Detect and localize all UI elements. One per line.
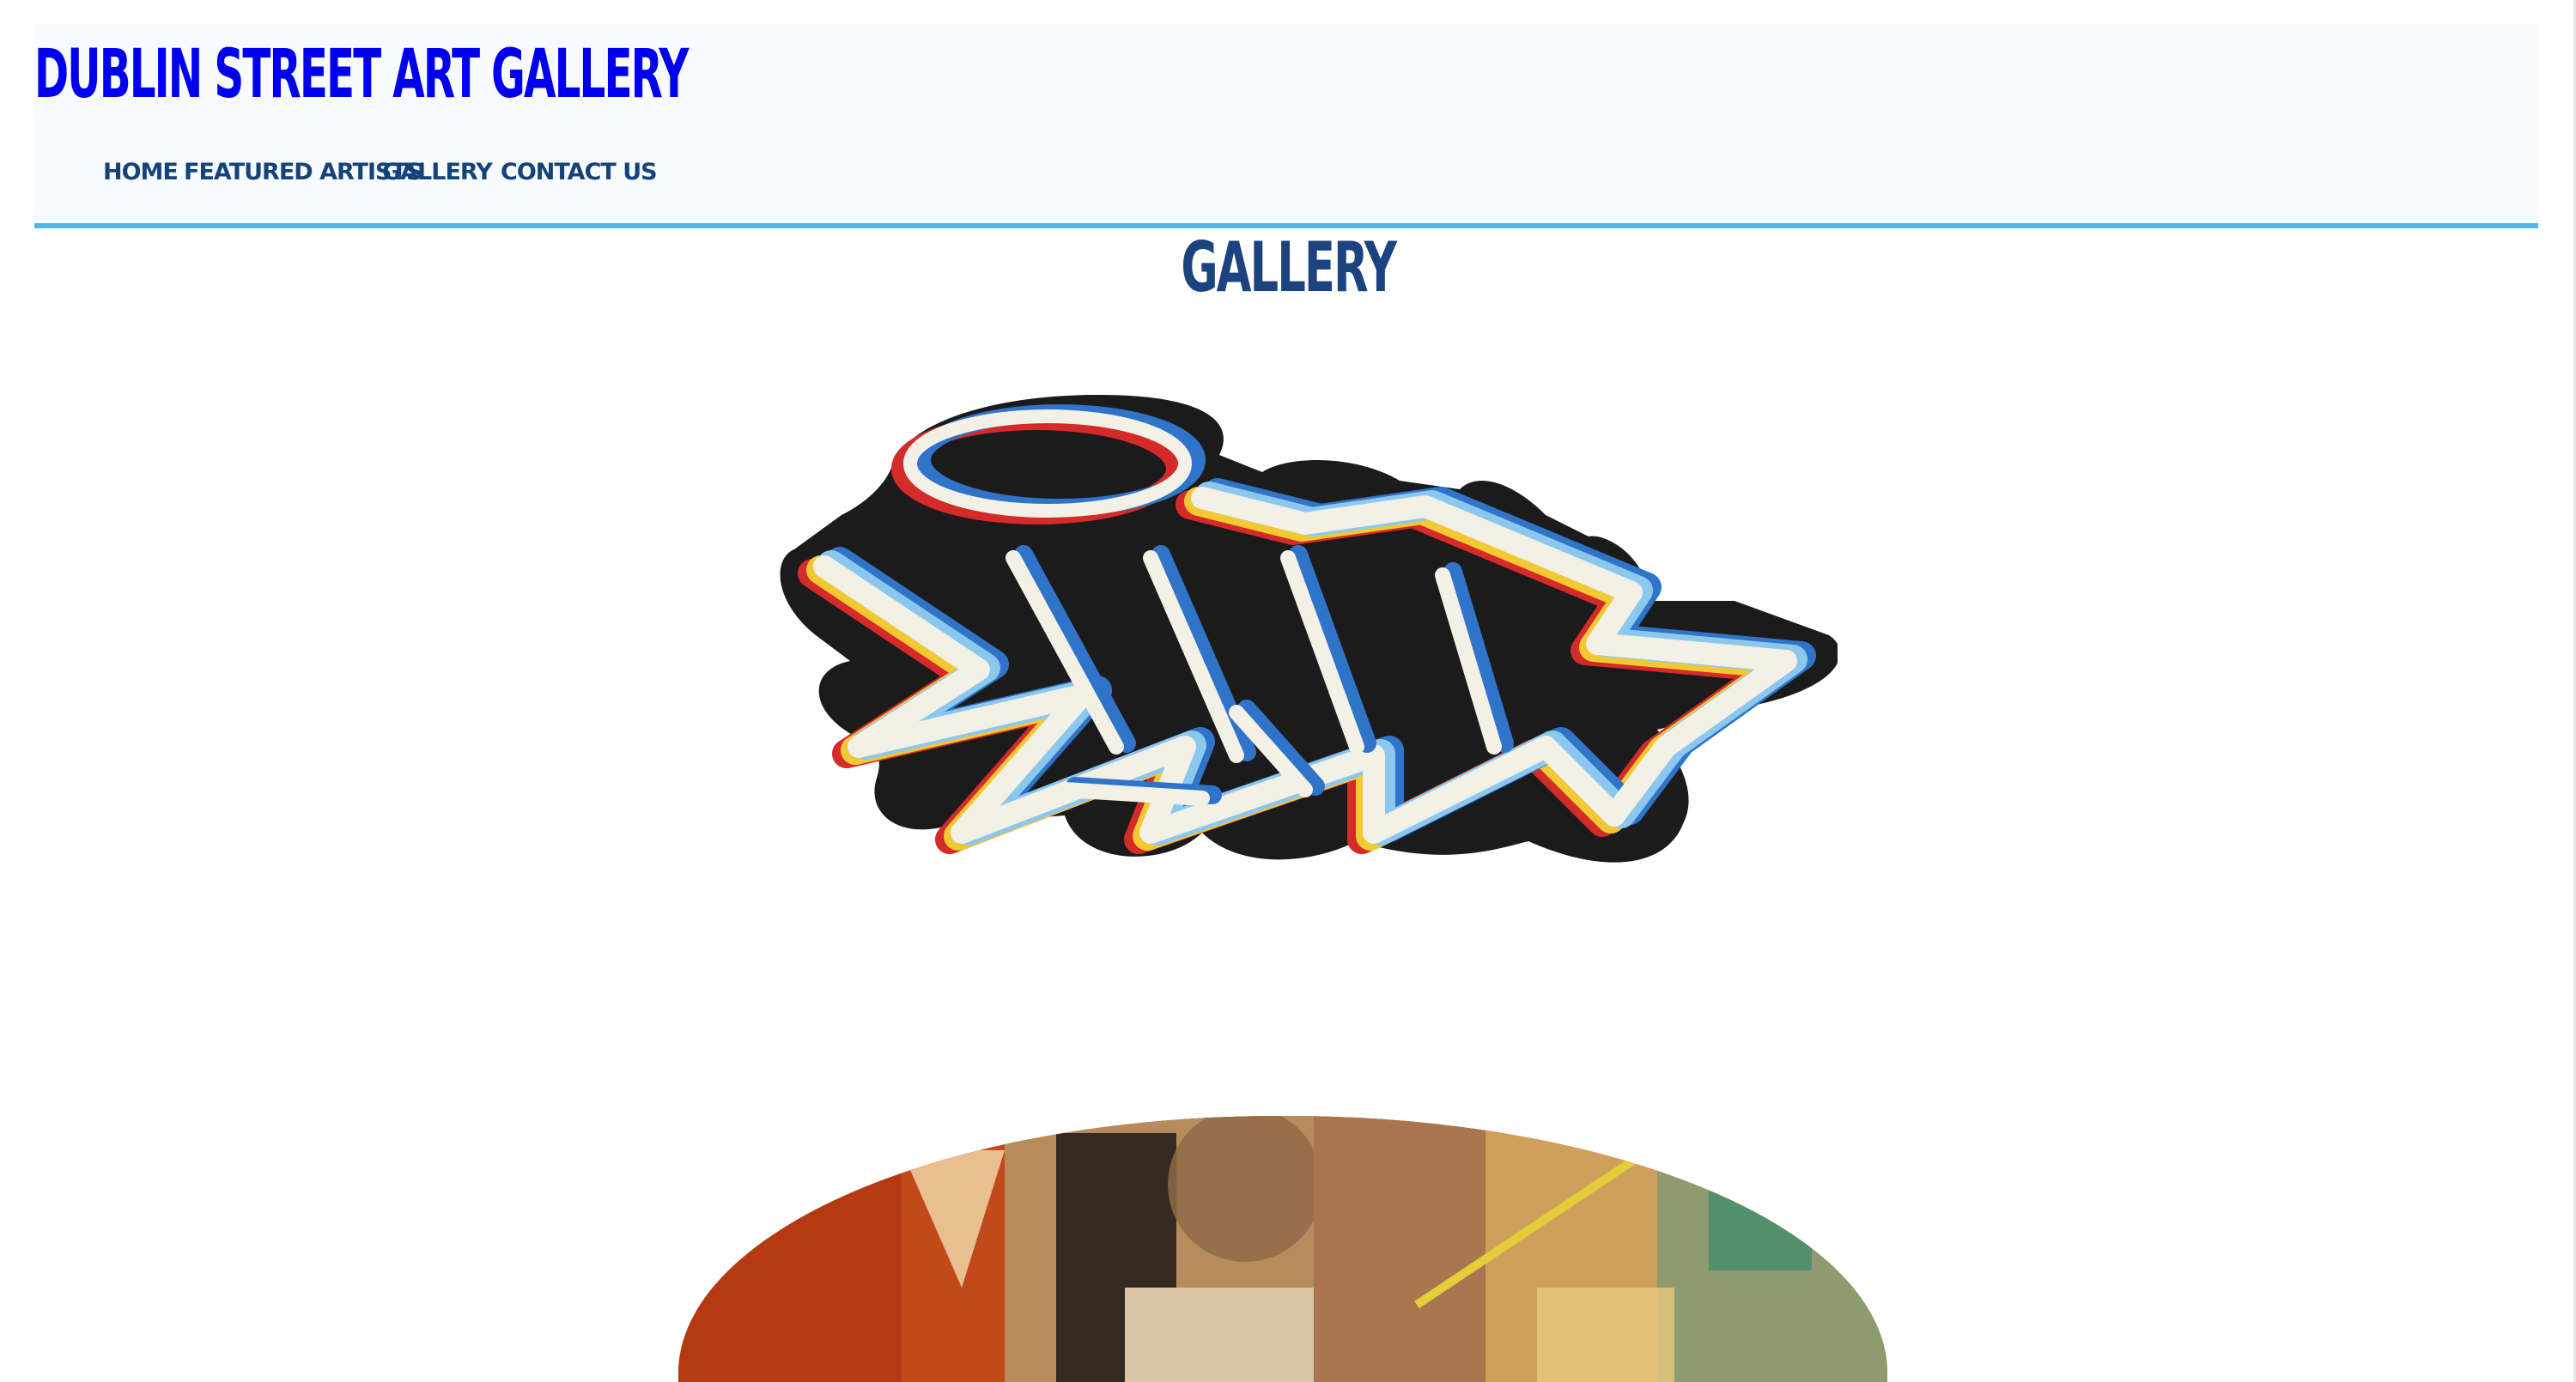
page-title-text: Gallery xyxy=(1181,227,1397,307)
nav-item-home[interactable]: Home xyxy=(103,159,179,185)
site-title[interactable]: Dublin Street Art Gallery xyxy=(34,41,689,108)
nav-item-contact-us-slot: Contact Us xyxy=(501,161,658,191)
nav-item-gallery-slot: Gallery xyxy=(382,159,493,191)
site-header: Dublin Street Art Gallery Home Featured … xyxy=(34,24,2538,228)
main-nav: Home Featured Artists Gallery Contact Us xyxy=(103,159,658,191)
abstract-portrait-painting[interactable] xyxy=(678,1116,1887,1382)
nav-item-contact-us[interactable]: Contact Us xyxy=(501,159,658,185)
graffiti-tag-artwork[interactable] xyxy=(756,386,1841,987)
nav-item-home-slot: Home xyxy=(103,159,179,191)
nav-item-gallery[interactable]: Gallery xyxy=(382,159,493,185)
nav-item-featured-artists-slot: Featured Artists xyxy=(184,161,422,191)
page: Dublin Street Art Gallery Home Featured … xyxy=(0,0,2576,1382)
abstract-painting-icon xyxy=(678,1116,1887,1382)
graffiti-tag-icon xyxy=(780,395,1841,863)
page-title: Gallery xyxy=(0,233,2576,311)
